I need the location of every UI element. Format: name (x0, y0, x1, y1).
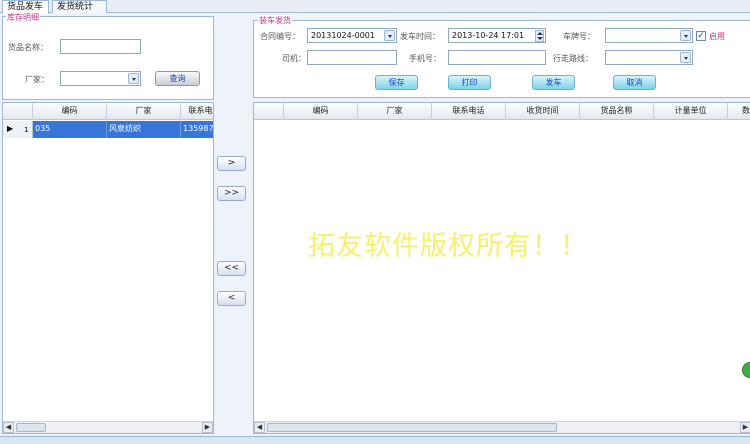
driver-input[interactable] (307, 50, 397, 65)
move-all-right-button[interactable]: >> (217, 186, 246, 201)
copyright-watermark: 拓友软件版权所有！！ (308, 231, 588, 262)
goods-name-label: 货品名称： (8, 43, 48, 52)
contract-no-label: 合同编号： (260, 32, 300, 41)
column-header-phone[interactable]: 联系电话 (432, 103, 506, 120)
query-button[interactable]: 查询 (155, 71, 200, 86)
row-header-corner (254, 103, 284, 120)
contract-no-select[interactable]: 20131024-0001 (307, 28, 397, 43)
route-label: 行走路线： (553, 54, 593, 63)
chevron-down-icon[interactable] (680, 52, 691, 63)
status-bar (0, 436, 750, 444)
mobile-label: 手机号： (409, 54, 441, 63)
depart-time-label: 发车时间： (400, 32, 440, 41)
current-row-arrow-icon: ▶ (7, 124, 14, 133)
mobile-input[interactable] (448, 50, 546, 65)
scroll-right-icon[interactable]: ▶ (740, 422, 750, 433)
column-header-goods-name[interactable]: 货品名称 (580, 103, 654, 120)
move-all-left-button[interactable]: << (217, 261, 246, 276)
maker-select[interactable] (60, 71, 141, 86)
save-button[interactable]: 保存 (375, 75, 418, 90)
enable-label: 启用 (709, 32, 725, 41)
cell-maker[interactable]: 风泉纺织 (107, 121, 181, 138)
move-right-button[interactable]: > (217, 156, 246, 171)
column-header-maker[interactable]: 厂家 (358, 103, 432, 120)
row-header-corner (3, 103, 33, 120)
column-header-maker[interactable]: 厂家 (107, 103, 181, 120)
app-window: 货品发车 发货统计 库存明细 货品名称： 厂家： 查询 编码 厂家 联系电 ▶ … (0, 0, 750, 444)
depart-button[interactable]: 发车 (532, 75, 575, 90)
inventory-filter-group (2, 16, 214, 100)
driver-label: 司机： (282, 54, 306, 63)
chevron-down-icon[interactable] (680, 30, 691, 41)
scroll-right-icon[interactable]: ▶ (202, 422, 213, 433)
goods-name-input[interactable] (60, 39, 141, 54)
cancel-button[interactable]: 取消 (613, 75, 656, 90)
maker-label: 厂家： (25, 75, 49, 84)
scroll-left-icon[interactable]: ◀ (3, 422, 14, 433)
contract-no-value: 20131024-0001 (311, 31, 375, 40)
inventory-group-title: 库存明细 (6, 12, 40, 23)
tab-bar: 货品发车 发货统计 (0, 0, 750, 14)
plate-no-label: 车牌号： (563, 32, 595, 41)
inventory-grid-hscroll[interactable]: ◀ ▶ (3, 421, 213, 433)
plate-no-select[interactable] (605, 28, 693, 43)
column-header-receive-time[interactable]: 收货时间 (506, 103, 580, 120)
column-header-quantity[interactable]: 数 (728, 103, 750, 120)
move-left-button[interactable]: < (217, 291, 246, 306)
chevron-down-icon[interactable] (384, 30, 395, 41)
dispatch-group-title: 装车发货 (258, 15, 292, 26)
column-header-phone[interactable]: 联系电 (181, 103, 213, 120)
dispatch-grid-header: 编码 厂家 联系电话 收货时间 货品名称 计量单位 数 (254, 103, 750, 120)
scroll-thumb[interactable] (267, 423, 557, 432)
tab-dispatch-statistics[interactable]: 发货统计 (52, 0, 107, 13)
inventory-grid-header: 编码 厂家 联系电 (3, 103, 213, 120)
scroll-left-icon[interactable]: ◀ (254, 422, 265, 433)
cell-code[interactable]: 035 (33, 121, 107, 138)
spin-updown-icon[interactable] (535, 30, 544, 42)
scroll-thumb[interactable] (16, 423, 46, 432)
row-header[interactable]: ▶ 1 (3, 121, 33, 138)
inventory-grid: 编码 厂家 联系电 ▶ 1 035 风泉纺织 1359874 ◀ ▶ (2, 102, 214, 434)
column-header-unit[interactable]: 计量单位 (654, 103, 728, 120)
column-header-code[interactable]: 编码 (284, 103, 358, 120)
route-select[interactable] (605, 50, 693, 65)
column-header-code[interactable]: 编码 (33, 103, 107, 120)
dispatch-grid-hscroll[interactable]: ◀ ▶ (254, 421, 750, 433)
dispatch-grid: 编码 厂家 联系电话 收货时间 货品名称 计量单位 数 ◀ ▶ (253, 102, 750, 434)
table-row[interactable]: ▶ 1 035 风泉纺织 1359874 (3, 121, 213, 138)
enable-checkbox[interactable]: ✓ (696, 31, 706, 41)
row-index: 1 (24, 126, 29, 134)
print-button[interactable]: 打印 (448, 75, 491, 90)
check-icon: ✓ (697, 31, 705, 41)
cell-phone[interactable]: 1359874 (181, 121, 213, 138)
chevron-down-icon[interactable] (128, 73, 139, 84)
depart-time-input[interactable]: 2013-10-24 17:01 (448, 28, 546, 43)
depart-time-value: 2013-10-24 17:01 (452, 31, 525, 40)
